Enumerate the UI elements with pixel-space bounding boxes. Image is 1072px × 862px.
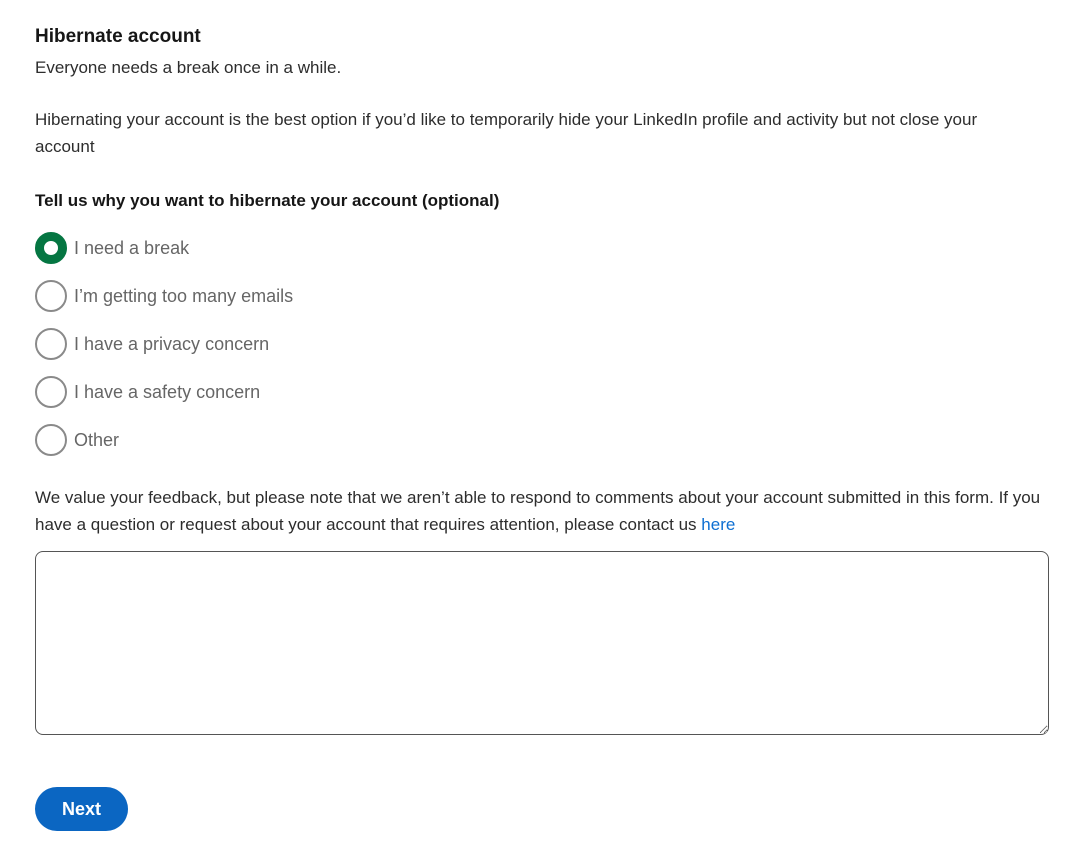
radio-unselected-icon[interactable] (35, 328, 67, 360)
radio-option-privacy-concern[interactable]: I have a privacy concern (35, 320, 1048, 368)
reason-radio-group: I need a break I’m getting too many emai… (35, 224, 1048, 464)
radio-unselected-icon[interactable] (35, 280, 67, 312)
hibernate-description: Hibernating your account is the best opt… (35, 106, 1035, 160)
radio-option-label[interactable]: I need a break (74, 236, 189, 260)
feedback-textarea[interactable] (35, 551, 1049, 735)
radio-option-label[interactable]: I’m getting too many emails (74, 284, 293, 308)
radio-option-safety-concern[interactable]: I have a safety concern (35, 368, 1048, 416)
feedback-note-text: We value your feedback, but please note … (35, 488, 1040, 534)
radio-option-i-need-a-break[interactable]: I need a break (35, 224, 1048, 272)
reason-question-label: Tell us why you want to hibernate your a… (35, 190, 1048, 211)
contact-us-here-link[interactable]: here (701, 515, 735, 534)
page-subtitle: Everyone needs a break once in a while. (35, 57, 1048, 79)
hibernate-account-page: Hibernate account Everyone needs a break… (0, 0, 1072, 831)
radio-unselected-icon[interactable] (35, 376, 67, 408)
radio-option-label[interactable]: I have a safety concern (74, 380, 260, 404)
radio-option-too-many-emails[interactable]: I’m getting too many emails (35, 272, 1048, 320)
page-title: Hibernate account (35, 25, 1048, 48)
radio-selected-icon[interactable] (35, 232, 67, 264)
radio-option-other[interactable]: Other (35, 416, 1048, 464)
feedback-note: We value your feedback, but please note … (35, 484, 1048, 538)
radio-option-label[interactable]: Other (74, 428, 119, 452)
radio-option-label[interactable]: I have a privacy concern (74, 332, 269, 356)
next-button[interactable]: Next (35, 787, 128, 831)
radio-unselected-icon[interactable] (35, 424, 67, 456)
